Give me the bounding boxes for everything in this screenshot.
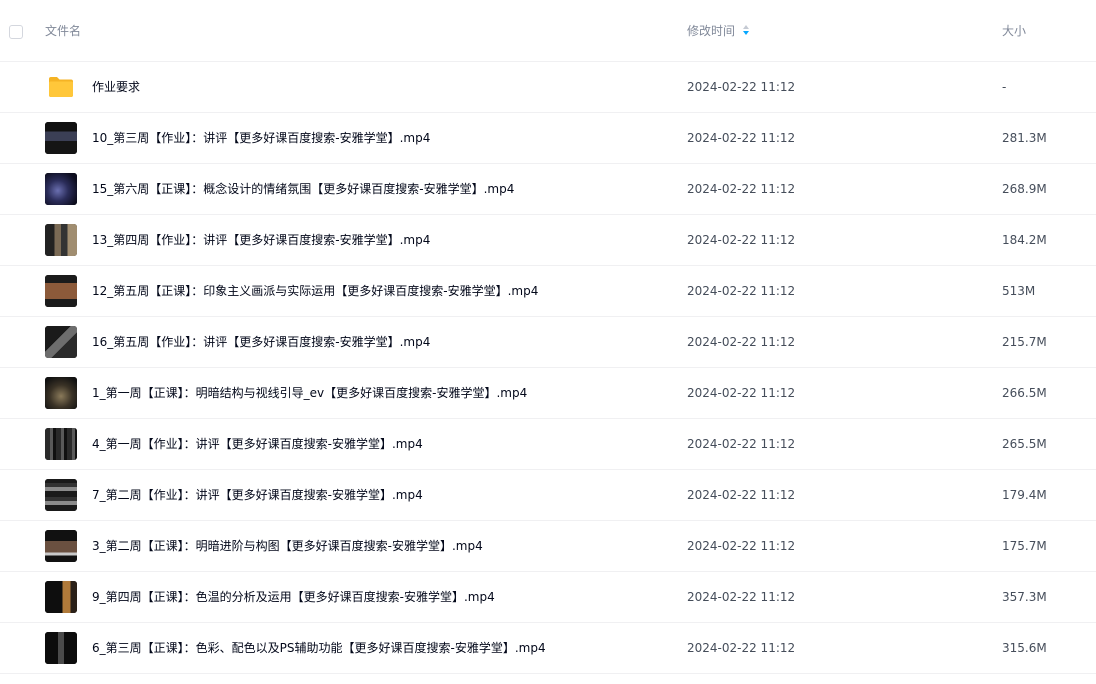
file-name[interactable]: 6_第三周【正课】：色彩、配色以及PS辅助功能【更多好课百度搜索-安雅学堂】.m… [92, 640, 546, 656]
file-row[interactable]: 1_第一周【正课】：明暗结构与视线引导_ev【更多好课百度搜索-安雅学堂】.mp… [0, 368, 1096, 419]
file-row[interactable]: 12_第五周【正课】：印象主义画派与实际运用【更多好课百度搜索-安雅学堂】.mp… [0, 266, 1096, 317]
file-modified-time: 2024-02-22 11:12 [687, 131, 796, 145]
file-size: 266.5M [1002, 386, 1047, 400]
file-name[interactable]: 16_第五周【作业】：讲评【更多好课百度搜索-安雅学堂】.mp4 [92, 334, 430, 350]
file-row[interactable]: 10_第三周【作业】：讲评【更多好课百度搜索-安雅学堂】.mp4 2024-02… [0, 113, 1096, 164]
column-header-size[interactable]: 大小 [1002, 23, 1026, 39]
file-size: 184.2M [1002, 233, 1047, 247]
file-name[interactable]: 7_第二周【作业】：讲评【更多好课百度搜索-安雅学堂】.mp4 [92, 487, 423, 503]
file-name[interactable]: 15_第六周【正课】：概念设计的情绪氛围【更多好课百度搜索-安雅学堂】.mp4 [92, 181, 514, 197]
file-name[interactable]: 10_第三周【作业】：讲评【更多好课百度搜索-安雅学堂】.mp4 [92, 130, 430, 146]
file-list-table: 文件名 修改时间 大小 作业要求 2024-02-22 11:12 - 10_第… [0, 0, 1096, 674]
file-modified-time: 2024-02-22 11:12 [687, 539, 796, 553]
video-thumbnail [45, 173, 77, 205]
file-name[interactable]: 12_第五周【正课】：印象主义画派与实际运用【更多好课百度搜索-安雅学堂】.mp… [92, 283, 538, 299]
file-row[interactable]: 15_第六周【正课】：概念设计的情绪氛围【更多好课百度搜索-安雅学堂】.mp4 … [0, 164, 1096, 215]
file-modified-time: 2024-02-22 11:12 [687, 182, 796, 196]
file-size: 357.3M [1002, 590, 1047, 604]
file-row[interactable]: 9_第四周【正课】：色温的分析及运用【更多好课百度搜索-安雅学堂】.mp4 20… [0, 572, 1096, 623]
file-size: 268.9M [1002, 182, 1047, 196]
file-name[interactable]: 作业要求 [92, 79, 140, 95]
file-name[interactable]: 3_第二周【正课】：明暗进阶与构图【更多好课百度搜索-安雅学堂】.mp4 [92, 538, 483, 554]
column-header-modified-time-label: 修改时间 [687, 24, 736, 38]
video-thumbnail [45, 479, 77, 511]
file-size: 179.4M [1002, 488, 1047, 502]
select-all-checkbox[interactable] [9, 25, 23, 39]
file-row[interactable]: 13_第四周【作业】：讲评【更多好课百度搜索-安雅学堂】.mp4 2024-02… [0, 215, 1096, 266]
file-modified-time: 2024-02-22 11:12 [687, 641, 796, 655]
folder-icon [49, 77, 73, 97]
file-modified-time: 2024-02-22 11:12 [687, 335, 796, 349]
file-row[interactable]: 16_第五周【作业】：讲评【更多好课百度搜索-安雅学堂】.mp4 2024-02… [0, 317, 1096, 368]
file-row[interactable]: 作业要求 2024-02-22 11:12 - [0, 62, 1096, 113]
file-list-header: 文件名 修改时间 大小 [0, 0, 1096, 62]
column-header-name[interactable]: 文件名 [45, 23, 81, 39]
video-thumbnail [45, 581, 77, 613]
video-thumbnail [45, 224, 77, 256]
video-thumbnail [45, 326, 77, 358]
file-size: 175.7M [1002, 539, 1047, 553]
video-thumbnail [45, 122, 77, 154]
video-thumbnail [45, 530, 77, 562]
video-thumbnail [45, 428, 77, 460]
file-size: - [1002, 80, 1007, 94]
file-size: 281.3M [1002, 131, 1047, 145]
file-row[interactable]: 7_第二周【作业】：讲评【更多好课百度搜索-安雅学堂】.mp4 2024-02-… [0, 470, 1096, 521]
file-size: 215.7M [1002, 335, 1047, 349]
file-modified-time: 2024-02-22 11:12 [687, 488, 796, 502]
file-name[interactable]: 13_第四周【作业】：讲评【更多好课百度搜索-安雅学堂】.mp4 [92, 232, 430, 248]
file-row[interactable]: 6_第三周【正课】：色彩、配色以及PS辅助功能【更多好课百度搜索-安雅学堂】.m… [0, 623, 1096, 674]
video-thumbnail [45, 377, 77, 409]
file-modified-time: 2024-02-22 11:12 [687, 590, 796, 604]
file-size: 315.6M [1002, 641, 1047, 655]
video-thumbnail [45, 275, 77, 307]
file-row[interactable]: 3_第二周【正课】：明暗进阶与构图【更多好课百度搜索-安雅学堂】.mp4 202… [0, 521, 1096, 572]
file-size: 513M [1002, 284, 1036, 298]
file-name[interactable]: 1_第一周【正课】：明暗结构与视线引导_ev【更多好课百度搜索-安雅学堂】.mp… [92, 385, 527, 401]
file-name[interactable]: 9_第四周【正课】：色温的分析及运用【更多好课百度搜索-安雅学堂】.mp4 [92, 589, 495, 605]
file-modified-time: 2024-02-22 11:12 [687, 80, 796, 94]
file-modified-time: 2024-02-22 11:12 [687, 437, 796, 451]
column-header-modified-time[interactable]: 修改时间 [687, 23, 750, 39]
file-modified-time: 2024-02-22 11:12 [687, 284, 796, 298]
file-row[interactable]: 4_第一周【作业】：讲评【更多好课百度搜索-安雅学堂】.mp4 2024-02-… [0, 419, 1096, 470]
file-name[interactable]: 4_第一周【作业】：讲评【更多好课百度搜索-安雅学堂】.mp4 [92, 436, 423, 452]
file-modified-time: 2024-02-22 11:12 [687, 233, 796, 247]
file-size: 265.5M [1002, 437, 1047, 451]
video-thumbnail [45, 632, 77, 664]
sort-icon[interactable] [743, 25, 750, 37]
file-modified-time: 2024-02-22 11:12 [687, 386, 796, 400]
